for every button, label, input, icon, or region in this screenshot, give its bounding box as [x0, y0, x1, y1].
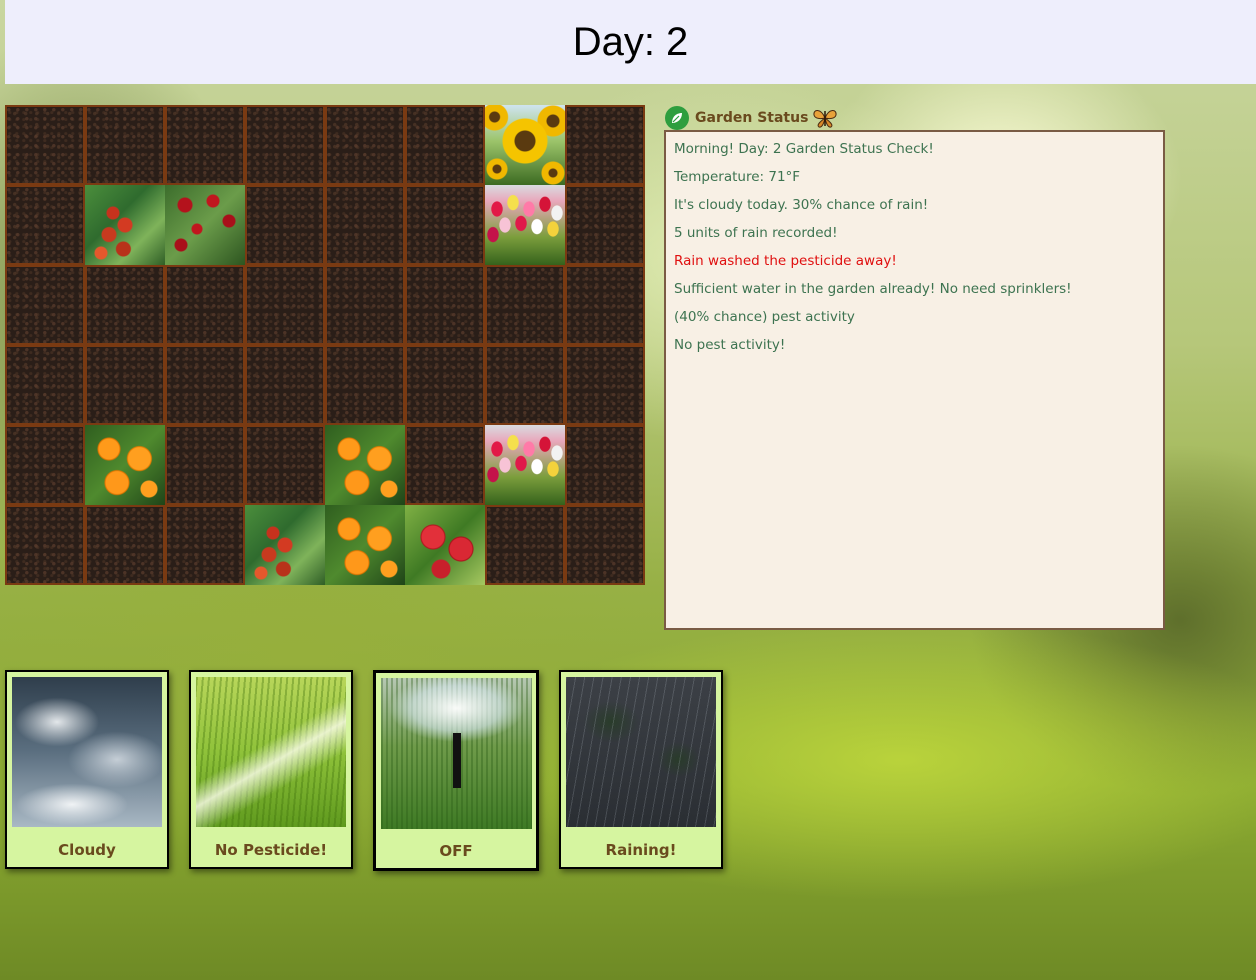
- garden-plot-soil[interactable]: [5, 505, 85, 585]
- garden-plot-soil[interactable]: [165, 105, 245, 185]
- garden-plot-soil[interactable]: [485, 265, 565, 345]
- garden-plot-soil[interactable]: [245, 105, 325, 185]
- garden-plot-soil[interactable]: [325, 185, 405, 265]
- garden-plot-soil[interactable]: [5, 185, 85, 265]
- garden-plot-soil[interactable]: [405, 425, 485, 505]
- oranges-plant-image: [325, 425, 405, 505]
- garden-plot-soil[interactable]: [325, 345, 405, 425]
- apples-plant-image: [405, 505, 485, 585]
- garden-plot-soil[interactable]: [245, 425, 325, 505]
- garden-plot-oranges[interactable]: [85, 425, 165, 505]
- oranges-plant-image: [325, 505, 405, 585]
- tomato-plant-image: [85, 185, 165, 265]
- day-banner: Day: 2: [5, 0, 1256, 84]
- garden-plot-soil[interactable]: [405, 105, 485, 185]
- rain-card-label: Raining!: [605, 841, 677, 859]
- day-counter: Day: 2: [572, 19, 689, 64]
- garden-plot-soil[interactable]: [85, 265, 165, 345]
- garden-plot-soil[interactable]: [5, 265, 85, 345]
- garden-plot-soil[interactable]: [485, 345, 565, 425]
- status-line: Temperature: 71°F: [674, 169, 801, 185]
- weather-card[interactable]: Cloudy: [5, 670, 169, 869]
- garden-plot-soil[interactable]: [565, 505, 645, 585]
- status-line: It's cloudy today. 30% chance of rain!: [674, 197, 929, 213]
- butterfly-icon: [812, 107, 838, 129]
- garden-plot-tomato[interactable]: [245, 505, 325, 585]
- status-line: Morning! Day: 2 Garden Status Check!: [674, 141, 934, 157]
- roses-plant-image: [165, 185, 245, 265]
- garden-plot-tomato[interactable]: [85, 185, 165, 265]
- sprinkler-card-label: OFF: [439, 842, 473, 860]
- tulips-plant-image: [485, 425, 565, 505]
- pesticide-card[interactable]: No Pesticide!: [189, 670, 353, 869]
- cloudy-sky-image: [12, 677, 162, 827]
- garden-plot-tulips[interactable]: [485, 425, 565, 505]
- garden-plot-apples[interactable]: [405, 505, 485, 585]
- garden-plot-soil[interactable]: [85, 105, 165, 185]
- garden-plot-soil[interactable]: [165, 345, 245, 425]
- status-title: Garden Status: [695, 110, 809, 126]
- status-line: 5 units of rain recorded!: [674, 225, 838, 241]
- status-log: Morning! Day: 2 Garden Status Check! Temp…: [664, 130, 1165, 630]
- garden-plot-soil[interactable]: [405, 265, 485, 345]
- garden-plot-soil[interactable]: [85, 345, 165, 425]
- garden-plot-soil[interactable]: [405, 345, 485, 425]
- status-line: No pest activity!: [674, 337, 786, 353]
- rain-card[interactable]: Raining!: [559, 670, 723, 869]
- garden-plot-soil[interactable]: [565, 265, 645, 345]
- garden-plot-tulips[interactable]: [485, 185, 565, 265]
- status-line-alert: Rain washed the pesticide away!: [674, 253, 897, 269]
- status-line: Sufficient water in the garden already! …: [674, 281, 1072, 297]
- garden-plot-soil[interactable]: [405, 185, 485, 265]
- status-line: (40% chance) pest activity: [674, 309, 855, 325]
- garden-plot-soil[interactable]: [245, 185, 325, 265]
- garden-plot-soil[interactable]: [5, 105, 85, 185]
- sunflower-plant-image: [485, 105, 565, 185]
- garden-plot-soil[interactable]: [245, 345, 325, 425]
- garden-plot-soil[interactable]: [165, 505, 245, 585]
- tulips-plant-image: [485, 185, 565, 265]
- garden-plot-soil[interactable]: [165, 425, 245, 505]
- weather-card-label: Cloudy: [58, 841, 116, 859]
- pesticide-spray-image: [196, 677, 346, 827]
- status-header: Garden Status: [665, 105, 838, 131]
- garden-plot-soil[interactable]: [325, 105, 405, 185]
- garden-plot-soil[interactable]: [565, 345, 645, 425]
- sprinkler-image: [381, 678, 532, 829]
- garden-plot-oranges[interactable]: [325, 425, 405, 505]
- sprinkler-card[interactable]: OFF: [373, 670, 539, 871]
- tomato-plant-image: [245, 505, 325, 585]
- garden-plot-soil[interactable]: [565, 105, 645, 185]
- garden-plot-soil[interactable]: [325, 265, 405, 345]
- sprinkler-head-icon: [453, 733, 461, 788]
- garden-plot-soil[interactable]: [485, 505, 565, 585]
- garden-plot-oranges[interactable]: [325, 505, 405, 585]
- rain-image: [566, 677, 716, 827]
- garden-plot-sunflower[interactable]: [485, 105, 565, 185]
- garden-plot-soil[interactable]: [5, 345, 85, 425]
- garden-plot-roses[interactable]: [165, 185, 245, 265]
- oranges-plant-image: [85, 425, 165, 505]
- garden-grid: [5, 105, 645, 585]
- garden-plot-soil[interactable]: [165, 265, 245, 345]
- leaf-icon: [665, 106, 689, 130]
- garden-plot-soil[interactable]: [85, 505, 165, 585]
- garden-plot-soil[interactable]: [5, 425, 85, 505]
- garden-plot-soil[interactable]: [565, 425, 645, 505]
- garden-plot-soil[interactable]: [245, 265, 325, 345]
- garden-plot-soil[interactable]: [565, 185, 645, 265]
- pesticide-card-label: No Pesticide!: [214, 841, 328, 859]
